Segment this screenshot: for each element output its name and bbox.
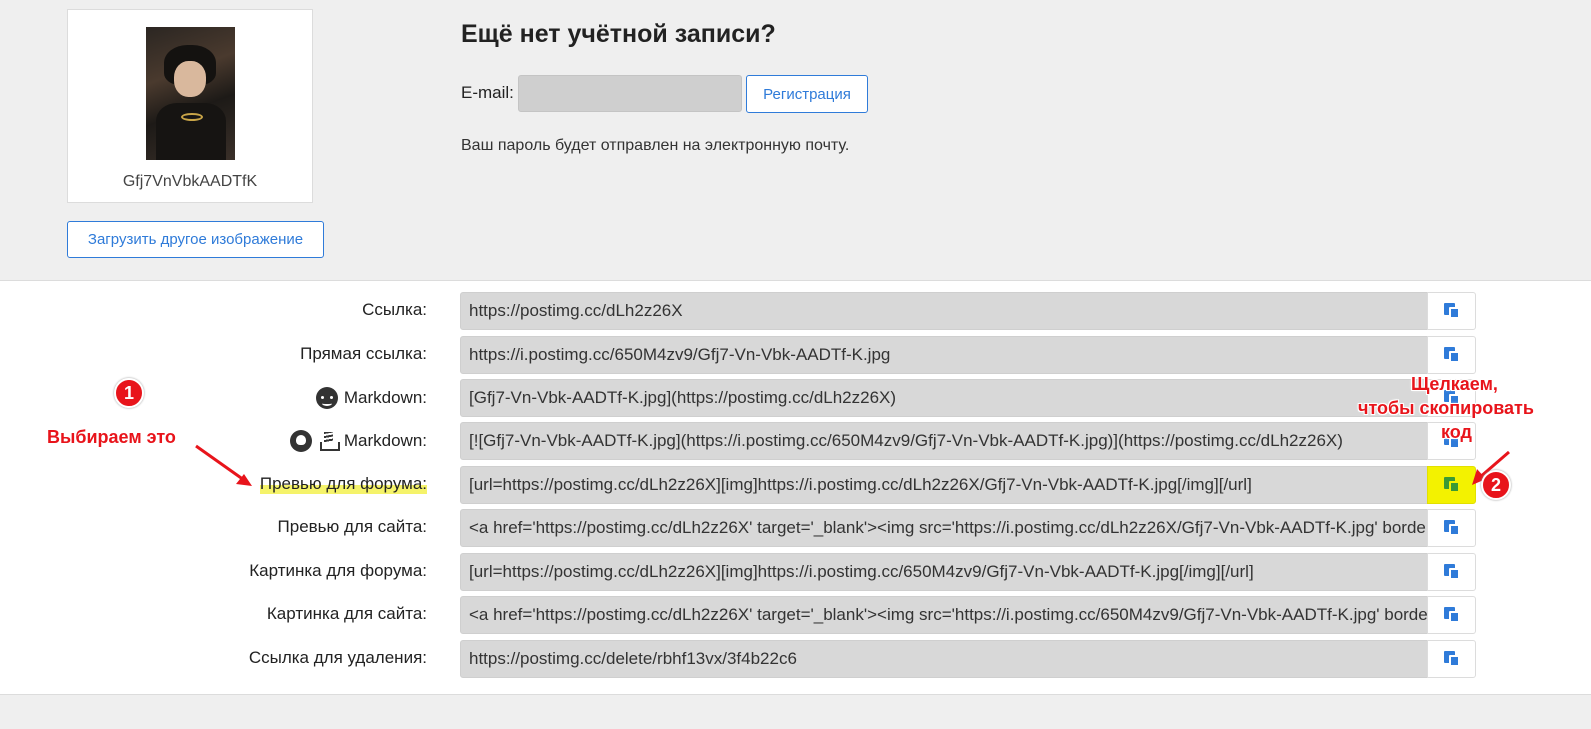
step2-annotation-line2: чтобы скопировать: [1358, 398, 1534, 418]
step2-badge: 2: [1481, 470, 1511, 500]
step1-annotation: Выбираем это: [47, 427, 176, 447]
step1-badge: 1: [114, 378, 144, 408]
step2-annotation-line1: Щелкаем,: [1411, 374, 1498, 394]
step2-annotation-line3: код: [1441, 422, 1472, 442]
annotation-arrows: [195, 444, 1510, 486]
